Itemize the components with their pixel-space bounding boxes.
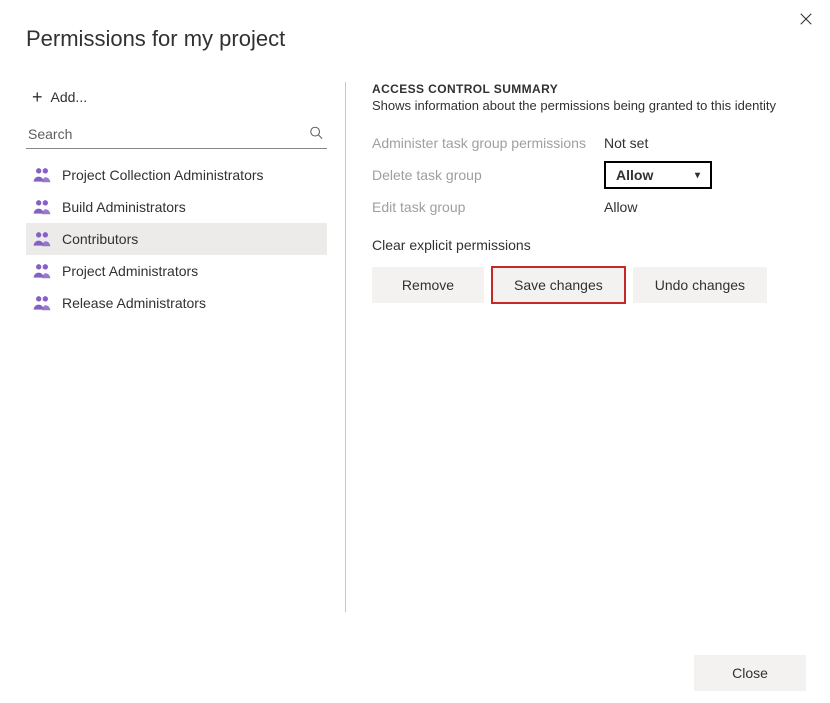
identity-label: Build Administrators xyxy=(62,199,186,215)
dialog-close-button[interactable] xyxy=(796,10,816,30)
identity-label: Project Collection Administrators xyxy=(62,167,264,183)
identity-item[interactable]: Build Administrators xyxy=(26,191,327,223)
identity-label: Release Administrators xyxy=(62,295,206,311)
group-icon xyxy=(32,165,52,185)
permission-row: Edit task groupAllow xyxy=(372,199,804,215)
permission-value: Allow xyxy=(616,167,653,183)
permission-value: Not set xyxy=(604,135,648,151)
identity-item[interactable]: Project Administrators xyxy=(26,255,327,287)
permission-label: Administer task group permissions xyxy=(372,135,604,151)
group-icon xyxy=(32,261,52,281)
undo-changes-button[interactable]: Undo changes xyxy=(633,267,767,303)
identity-list: Project Collection Administrators Build A… xyxy=(26,159,327,319)
identity-item[interactable]: Contributors xyxy=(26,223,327,255)
acs-title: ACCESS CONTROL SUMMARY xyxy=(372,82,804,96)
permission-row: Delete task group Allow ▾ xyxy=(372,161,804,189)
permissions-list: Administer task group permissionsNot set… xyxy=(372,135,804,215)
group-icon xyxy=(32,229,52,249)
search-icon xyxy=(309,126,323,143)
identity-label: Contributors xyxy=(62,231,138,247)
clear-explicit-heading: Clear explicit permissions xyxy=(372,237,804,253)
identity-item[interactable]: Release Administrators xyxy=(26,287,327,319)
plus-icon: + xyxy=(32,88,43,106)
add-identity-button[interactable]: + Add... xyxy=(26,82,327,120)
identity-label: Project Administrators xyxy=(62,263,198,279)
permission-label: Delete task group xyxy=(372,167,604,183)
add-label: Add... xyxy=(51,89,88,105)
search-input[interactable] xyxy=(26,120,327,148)
group-icon xyxy=(32,293,52,313)
save-changes-button[interactable]: Save changes xyxy=(492,267,625,303)
permission-select[interactable]: Allow ▾ xyxy=(604,161,712,189)
remove-button[interactable]: Remove xyxy=(372,267,484,303)
close-icon xyxy=(799,12,813,29)
dialog-title: Permissions for my project xyxy=(0,0,830,52)
permission-value: Allow xyxy=(604,199,637,215)
identity-item[interactable]: Project Collection Administrators xyxy=(26,159,327,191)
acs-description: Shows information about the permissions … xyxy=(372,98,804,113)
group-icon xyxy=(32,197,52,217)
permission-label: Edit task group xyxy=(372,199,604,215)
permission-row: Administer task group permissionsNot set xyxy=(372,135,804,151)
close-button[interactable]: Close xyxy=(694,655,806,691)
chevron-down-icon: ▾ xyxy=(695,170,700,181)
